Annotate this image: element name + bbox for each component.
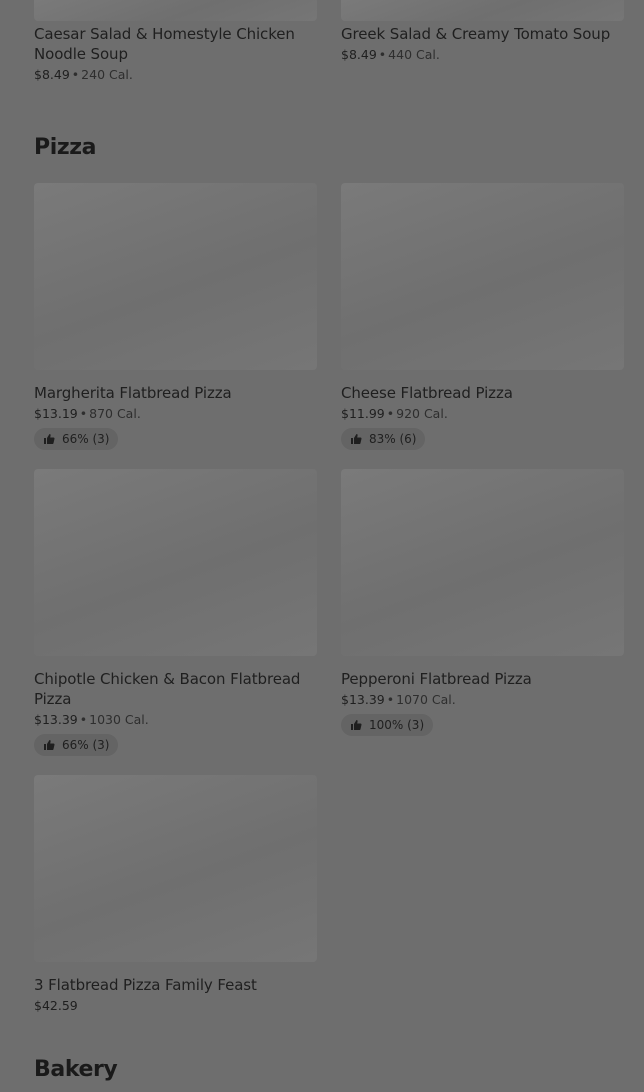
section-title-bakery: Bakery — [34, 1057, 118, 1082]
thumbs-up-icon — [351, 434, 362, 444]
separator-dot: • — [71, 67, 80, 82]
menu-item-name: Cheese Flatbread Pizza — [341, 384, 513, 402]
rating-text: 83% (6) — [369, 432, 417, 446]
menu-item-calories: 440 Cal. — [388, 47, 440, 62]
menu-item-price: $8.49 — [34, 67, 70, 82]
menu-item-image[interactable] — [341, 469, 624, 656]
menu-item-meta: $13.39 • 1070 Cal. — [341, 692, 624, 708]
rating-text: 66% (3) — [62, 432, 110, 446]
separator-dot: • — [79, 712, 88, 727]
menu-item-card[interactable]: Greek Salad & Creamy Tomato Soup $8.49 • 4… — [341, 0, 624, 63]
menu-item-image[interactable] — [34, 469, 317, 656]
menu-item-meta: $13.19 • 870 Cal. — [34, 406, 317, 422]
menu-item-calories: 870 Cal. — [89, 406, 141, 421]
menu-item-card[interactable]: Cheese Flatbread Pizza $11.99 • 920 Cal. 8… — [341, 183, 624, 450]
menu-item-name: Greek Salad & Creamy Tomato Soup — [341, 25, 611, 43]
menu-item-name: Pepperoni Flatbread Pizza — [341, 670, 532, 688]
section-title-pizza: Pizza — [34, 135, 97, 160]
menu-item-image[interactable] — [34, 183, 317, 370]
rating-badge: 66% (3) — [34, 428, 119, 450]
rating-badge: 66% (3) — [34, 734, 119, 756]
separator-dot: • — [386, 406, 395, 421]
menu-item-name: Chipotle Chicken & Bacon Flatbread Pizza — [34, 670, 301, 708]
rating-badge: 83% (6) — [341, 428, 426, 450]
menu-page: Caesar Salad & Homestyle Chicken Noodle … — [0, 0, 644, 1092]
menu-item-name: 3 Flatbread Pizza Family Feast — [34, 976, 257, 994]
menu-item-meta: $8.49 • 240 Cal. — [34, 67, 317, 83]
rating-badge: 100% (3) — [341, 714, 434, 736]
menu-item-card[interactable]: 3 Flatbread Pizza Family Feast $42.59 — [34, 775, 317, 1014]
separator-dot: • — [79, 406, 88, 421]
rating-text: 100% (3) — [369, 718, 425, 732]
thumbs-up-icon — [44, 740, 55, 750]
menu-item-meta: $8.49 • 440 Cal. — [341, 47, 624, 63]
menu-item-card[interactable]: Chipotle Chicken & Bacon Flatbread Pizza… — [34, 469, 317, 756]
menu-item-card[interactable]: Pepperoni Flatbread Pizza $13.39 • 1070 Ca… — [341, 469, 624, 736]
separator-dot: • — [378, 47, 387, 62]
menu-item-name: Caesar Salad & Homestyle Chicken Noodle … — [34, 25, 295, 63]
menu-item-price: $13.39 — [34, 712, 78, 727]
menu-item-meta: $11.99 • 920 Cal. — [341, 406, 624, 422]
menu-item-card[interactable]: Caesar Salad & Homestyle Chicken Noodle … — [34, 0, 317, 83]
menu-item-meta: $13.39 • 1030 Cal. — [34, 712, 317, 728]
menu-item-image[interactable] — [34, 0, 317, 21]
thumbs-up-icon — [351, 720, 362, 730]
menu-item-name: Margherita Flatbread Pizza — [34, 384, 232, 402]
thumbs-up-icon — [44, 434, 55, 444]
menu-item-calories: 1070 Cal. — [396, 692, 456, 707]
menu-item-calories: 920 Cal. — [396, 406, 448, 421]
menu-item-price: $13.39 — [341, 692, 385, 707]
menu-item-calories: 240 Cal. — [81, 67, 133, 82]
menu-item-image[interactable] — [341, 183, 624, 370]
menu-item-price: $13.19 — [34, 406, 78, 421]
separator-dot: • — [386, 692, 395, 707]
menu-item-meta: $42.59 — [34, 998, 317, 1014]
menu-item-image[interactable] — [34, 775, 317, 962]
menu-item-price: $11.99 — [341, 406, 385, 421]
menu-item-card[interactable]: Margherita Flatbread Pizza $13.19 • 870 Ca… — [34, 183, 317, 450]
rating-text: 66% (3) — [62, 738, 110, 752]
menu-item-price: $42.59 — [34, 998, 78, 1013]
menu-item-calories: 1030 Cal. — [89, 712, 149, 727]
menu-item-price: $8.49 — [341, 47, 377, 62]
menu-item-image[interactable] — [341, 0, 624, 21]
